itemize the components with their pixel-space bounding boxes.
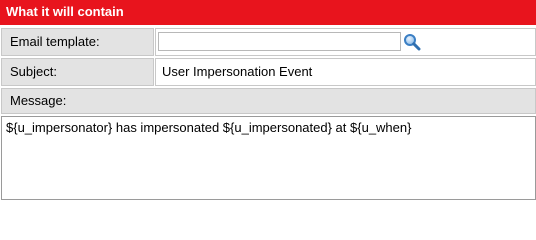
subject-field[interactable]: User Impersonation Event bbox=[155, 58, 536, 86]
email-template-label: Email template: bbox=[1, 28, 154, 56]
email-template-cell bbox=[155, 28, 536, 56]
message-textarea[interactable]: ${u_impersonator} has impersonated ${u_i… bbox=[1, 116, 536, 200]
subject-value: User Impersonation Event bbox=[162, 64, 313, 79]
subject-label: Subject: bbox=[1, 58, 154, 86]
email-template-input[interactable] bbox=[158, 32, 401, 51]
message-label: Message: bbox=[1, 88, 536, 114]
magnifier-icon[interactable] bbox=[403, 33, 421, 51]
section-header: What it will contain bbox=[0, 0, 536, 25]
